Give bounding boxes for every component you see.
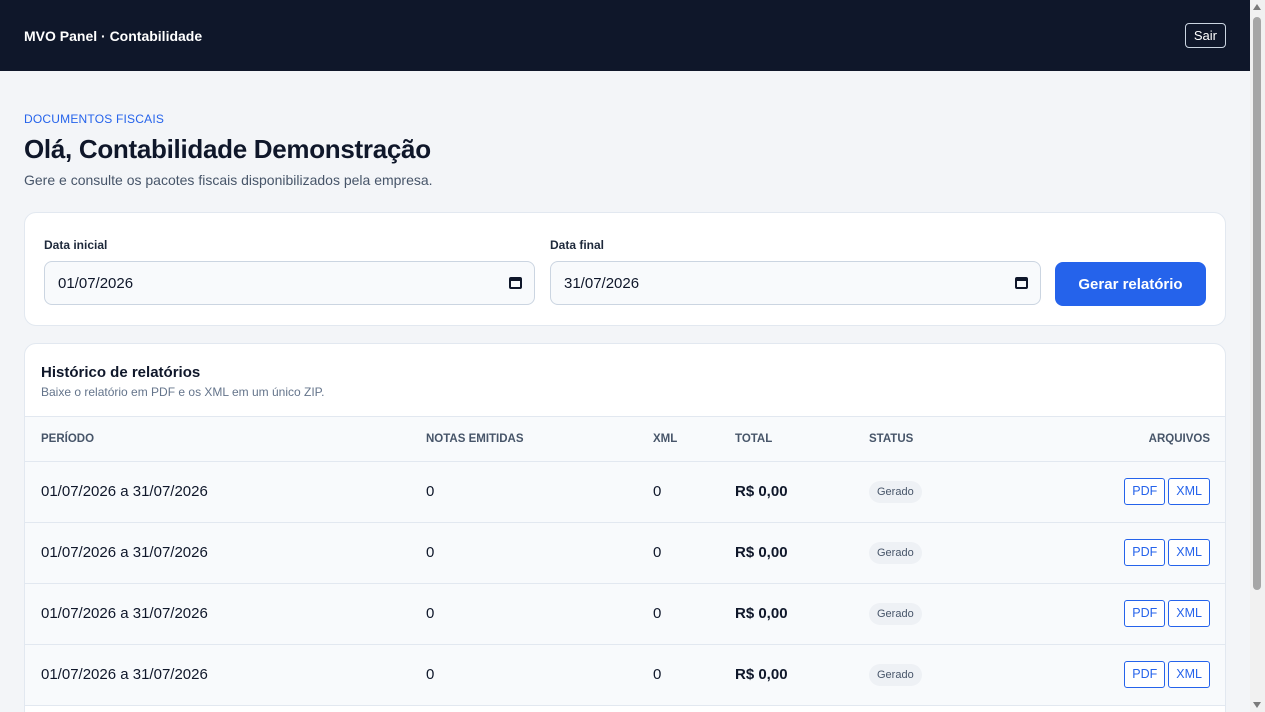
row-total: R$ 0,00	[735, 522, 869, 584]
end-date-label: Data final	[550, 238, 605, 252]
report-history-table: PERÍODO NOTAS EMITIDAS XML TOTAL STATUS …	[25, 417, 1225, 706]
row-notes-count: 0	[426, 522, 653, 584]
history-header: Histórico de relatórios Baixe o relatóri…	[25, 344, 1225, 417]
row-xml-count: 0	[653, 522, 735, 584]
row-notes-count: 0	[426, 644, 653, 706]
row-xml-count: 0	[653, 583, 735, 645]
row-period: 01/07/2026 a 31/07/2026	[25, 461, 426, 523]
scrollbar-thumb[interactable]	[1253, 17, 1261, 590]
column-header-xml: XML	[653, 417, 735, 462]
generate-report-button[interactable]: Gerar relatório	[1055, 262, 1206, 306]
logout-button[interactable]: Sair	[1184, 23, 1226, 48]
top-bar: MVO Panel · Contabilidade Sair	[0, 0, 1250, 71]
column-header-period: PERÍODO	[25, 417, 426, 462]
calendar-icon[interactable]	[1015, 277, 1028, 289]
row-xml-count: 0	[653, 644, 735, 706]
report-history-card: Histórico de relatórios Baixe o relatóri…	[24, 343, 1226, 712]
scroll-down-arrow-icon[interactable]	[1253, 702, 1261, 708]
end-date-field: Data final 31/07/2026	[550, 238, 1041, 305]
end-date-input[interactable]: 31/07/2026	[550, 261, 1041, 305]
table-row: 01/07/2026 a 31/07/2026 0 0 R$ 0,00 Gera…	[25, 583, 1225, 645]
report-filter-card: Data inicial 01/07/2026 Data final 31/07…	[24, 212, 1226, 326]
page-scrollbar[interactable]	[1250, 0, 1265, 712]
scroll-up-arrow-icon[interactable]	[1253, 4, 1261, 10]
column-header-notes: NOTAS EMITIDAS	[426, 417, 653, 462]
main-content: DOCUMENTOS FISCAIS Olá, Contabilidade De…	[24, 71, 1226, 712]
row-period: 01/07/2026 a 31/07/2026	[25, 644, 426, 706]
row-notes-count: 0	[426, 461, 653, 523]
download-pdf-button[interactable]: PDF	[1124, 661, 1166, 688]
row-total: R$ 0,00	[735, 644, 869, 706]
column-header-total: TOTAL	[735, 417, 869, 462]
download-xml-button[interactable]: XML	[1168, 600, 1210, 627]
start-date-input[interactable]: 01/07/2026	[44, 261, 535, 305]
end-date-value: 31/07/2026	[564, 274, 640, 292]
table-row: 01/07/2026 a 31/07/2026 0 0 R$ 0,00 Gera…	[25, 461, 1225, 523]
row-total: R$ 0,00	[735, 461, 869, 523]
table-row: 01/07/2026 a 31/07/2026 0 0 R$ 0,00 Gera…	[25, 644, 1225, 706]
history-title: Histórico de relatórios	[41, 364, 201, 381]
download-xml-button[interactable]: XML	[1168, 539, 1210, 566]
section-eyebrow: DOCUMENTOS FISCAIS	[24, 112, 165, 126]
row-period: 01/07/2026 a 31/07/2026	[25, 583, 426, 645]
download-xml-button[interactable]: XML	[1168, 478, 1210, 505]
page-subtitle: Gere e consulte os pacotes fiscais dispo…	[24, 172, 433, 188]
download-pdf-button[interactable]: PDF	[1124, 600, 1166, 627]
start-date-field: Data inicial 01/07/2026	[44, 238, 535, 305]
column-header-status: STATUS	[869, 417, 989, 462]
status-badge: Gerado	[869, 602, 922, 625]
calendar-icon[interactable]	[509, 277, 522, 289]
download-pdf-button[interactable]: PDF	[1124, 478, 1166, 505]
row-xml-count: 0	[653, 461, 735, 523]
row-notes-count: 0	[426, 583, 653, 645]
status-badge: Gerado	[869, 541, 922, 564]
start-date-label: Data inicial	[44, 238, 108, 252]
table-header-row: PERÍODO NOTAS EMITIDAS XML TOTAL STATUS …	[25, 417, 1225, 462]
row-period: 01/07/2026 a 31/07/2026	[25, 522, 426, 584]
history-description: Baixe o relatório em PDF e os XML em um …	[41, 385, 325, 399]
download-xml-button[interactable]: XML	[1168, 661, 1210, 688]
row-total: R$ 0,00	[735, 583, 869, 645]
column-header-files: ARQUIVOS	[988, 417, 1225, 462]
table-row: 01/07/2026 a 31/07/2026 0 0 R$ 0,00 Gera…	[25, 522, 1225, 584]
status-badge: Gerado	[869, 480, 922, 503]
page-title: Olá, Contabilidade Demonstração	[24, 134, 431, 164]
status-badge: Gerado	[869, 663, 922, 686]
download-pdf-button[interactable]: PDF	[1124, 539, 1166, 566]
start-date-value: 01/07/2026	[58, 274, 134, 292]
brand-title: MVO Panel · Contabilidade	[24, 27, 203, 44]
